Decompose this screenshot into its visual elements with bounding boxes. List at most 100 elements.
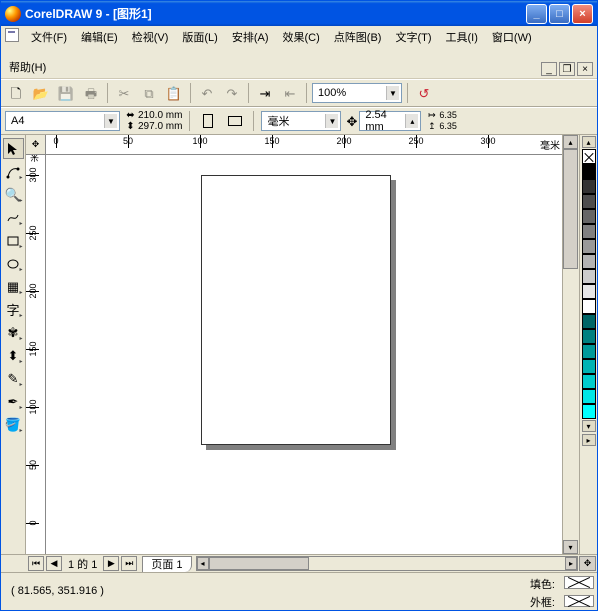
color-swatch[interactable] <box>582 374 596 389</box>
dup-y[interactable]: 6.35 <box>439 121 457 132</box>
print-button[interactable]: 🖶 <box>80 82 102 104</box>
export-button[interactable]: ⇤ <box>279 82 301 104</box>
polygon-tool[interactable]: ▦ <box>3 276 24 297</box>
landscape-button[interactable] <box>224 110 246 132</box>
standard-toolbar: 🗋 📂 💾 🖶 ✂ ⧉ 📋 ↶ ↷ ⇥ ⇤ 100% ▼ ↺ <box>1 79 597 107</box>
ellipse-tool[interactable] <box>3 253 24 274</box>
menu-file[interactable]: 文件(F) <box>27 28 71 46</box>
interactive-tool[interactable]: ⬍ <box>3 345 24 366</box>
zoom-tool[interactable]: 🔍 <box>3 184 24 205</box>
pan-button[interactable]: ✥ <box>579 556 596 571</box>
paper-width[interactable]: 210.0 mm <box>138 110 182 121</box>
palette-up-button[interactable]: ▴ <box>582 136 596 148</box>
close-button[interactable]: × <box>572 4 593 24</box>
scroll-left-button[interactable]: ◂ <box>197 557 209 570</box>
mdi-restore-button[interactable]: ❐ <box>559 62 575 76</box>
minimize-button[interactable]: _ <box>526 4 547 24</box>
mdi-close-button[interactable]: × <box>577 62 593 76</box>
redo-button[interactable]: ↷ <box>221 82 243 104</box>
menu-view[interactable]: 检视(V) <box>128 28 173 46</box>
outline-swatch[interactable] <box>564 595 594 608</box>
color-swatch[interactable] <box>582 329 596 344</box>
dup-x[interactable]: 6.35 <box>439 110 457 121</box>
corel-online-button[interactable]: ↺ <box>413 82 435 104</box>
cut-button[interactable]: ✂ <box>113 82 135 104</box>
vertical-scrollbar[interactable]: ▴ ▾ <box>562 135 579 554</box>
vertical-ruler[interactable]: 米 300250200150100500 <box>26 155 46 554</box>
zoom-combo[interactable]: 100% ▼ <box>312 83 402 103</box>
last-page-button[interactable]: ⏭ <box>121 556 137 571</box>
color-swatch[interactable] <box>582 179 596 194</box>
maximize-button[interactable]: □ <box>549 4 570 24</box>
menu-effects[interactable]: 效果(C) <box>279 28 324 46</box>
outline-tool[interactable]: ✒ <box>3 391 24 412</box>
save-button[interactable]: 💾 <box>55 82 77 104</box>
ruler-origin[interactable]: ✥ <box>26 135 46 155</box>
page[interactable] <box>201 175 391 445</box>
scroll-thumb[interactable] <box>563 149 578 269</box>
eyedropper-tool[interactable]: ✎ <box>3 368 24 389</box>
page-tab[interactable]: 页面 1 <box>142 556 191 572</box>
interactive-fill-tool[interactable]: ✾ <box>3 322 24 343</box>
palette-down-button[interactable]: ▾ <box>582 420 596 432</box>
paper-size-value: A4 <box>8 115 104 127</box>
menu-arrange[interactable]: 安排(A) <box>228 28 273 46</box>
horizontal-scrollbar[interactable]: ◂ ▸ <box>196 556 578 571</box>
color-swatch[interactable] <box>582 194 596 209</box>
paste-button[interactable]: 📋 <box>163 82 185 104</box>
mdi-minimize-button[interactable]: _ <box>541 62 557 76</box>
new-button[interactable]: 🗋 <box>5 82 27 104</box>
color-swatch[interactable] <box>582 389 596 404</box>
palette-flyout-button[interactable]: ▸ <box>582 434 596 446</box>
color-swatch[interactable] <box>582 314 596 329</box>
color-swatch[interactable] <box>582 269 596 284</box>
menu-layout[interactable]: 版面(L) <box>178 28 221 46</box>
menu-window[interactable]: 窗口(W) <box>488 28 536 46</box>
horizontal-ruler[interactable]: 毫米 050100150200250300 <box>46 135 562 155</box>
fill-tool[interactable]: 🪣 <box>3 414 24 435</box>
color-swatch[interactable] <box>582 359 596 374</box>
undo-button[interactable]: ↶ <box>196 82 218 104</box>
menu-help[interactable]: 帮助(H) <box>5 58 50 76</box>
dropdown-icon[interactable]: ▼ <box>104 114 117 128</box>
scroll-up-button[interactable]: ▴ <box>563 135 578 149</box>
text-tool[interactable]: 字 <box>3 299 24 320</box>
nudge-input[interactable]: 2.54 mm ▴ <box>359 111 421 131</box>
fill-swatch[interactable] <box>564 576 594 589</box>
next-page-button[interactable]: ▶ <box>103 556 119 571</box>
color-swatch[interactable] <box>582 299 596 314</box>
units-combo[interactable]: 毫米 ▼ <box>261 111 341 131</box>
menu-bitmap[interactable]: 点阵图(B) <box>330 28 386 46</box>
copy-button[interactable]: ⧉ <box>138 82 160 104</box>
spinner-icon[interactable]: ▴ <box>405 114 418 128</box>
no-color-swatch[interactable] <box>582 149 596 164</box>
menu-tools[interactable]: 工具(I) <box>442 28 482 46</box>
canvas[interactable] <box>46 155 562 554</box>
pick-tool[interactable] <box>3 138 24 159</box>
scroll-thumb[interactable] <box>209 557 309 570</box>
paper-size-combo[interactable]: A4 ▼ <box>5 111 120 131</box>
color-swatch[interactable] <box>582 209 596 224</box>
shape-tool[interactable] <box>3 161 24 182</box>
portrait-button[interactable] <box>197 110 219 132</box>
first-page-button[interactable]: ⏮ <box>28 556 44 571</box>
prev-page-button[interactable]: ◀ <box>46 556 62 571</box>
dropdown-icon[interactable]: ▼ <box>386 86 399 100</box>
color-swatch[interactable] <box>582 284 596 299</box>
import-button[interactable]: ⇥ <box>254 82 276 104</box>
scroll-right-button[interactable]: ▸ <box>565 557 577 570</box>
dropdown-icon[interactable]: ▼ <box>325 114 338 128</box>
color-swatch[interactable] <box>582 344 596 359</box>
scroll-down-button[interactable]: ▾ <box>563 540 578 554</box>
menu-text[interactable]: 文字(T) <box>391 28 435 46</box>
rectangle-tool[interactable] <box>3 230 24 251</box>
menu-edit[interactable]: 编辑(E) <box>77 28 122 46</box>
freehand-tool[interactable] <box>3 207 24 228</box>
color-swatch[interactable] <box>582 224 596 239</box>
color-swatch[interactable] <box>582 404 596 419</box>
color-swatch[interactable] <box>582 164 596 179</box>
open-button[interactable]: 📂 <box>30 82 52 104</box>
paper-height[interactable]: 297.0 mm <box>138 121 182 132</box>
color-swatch[interactable] <box>582 239 596 254</box>
color-swatch[interactable] <box>582 254 596 269</box>
